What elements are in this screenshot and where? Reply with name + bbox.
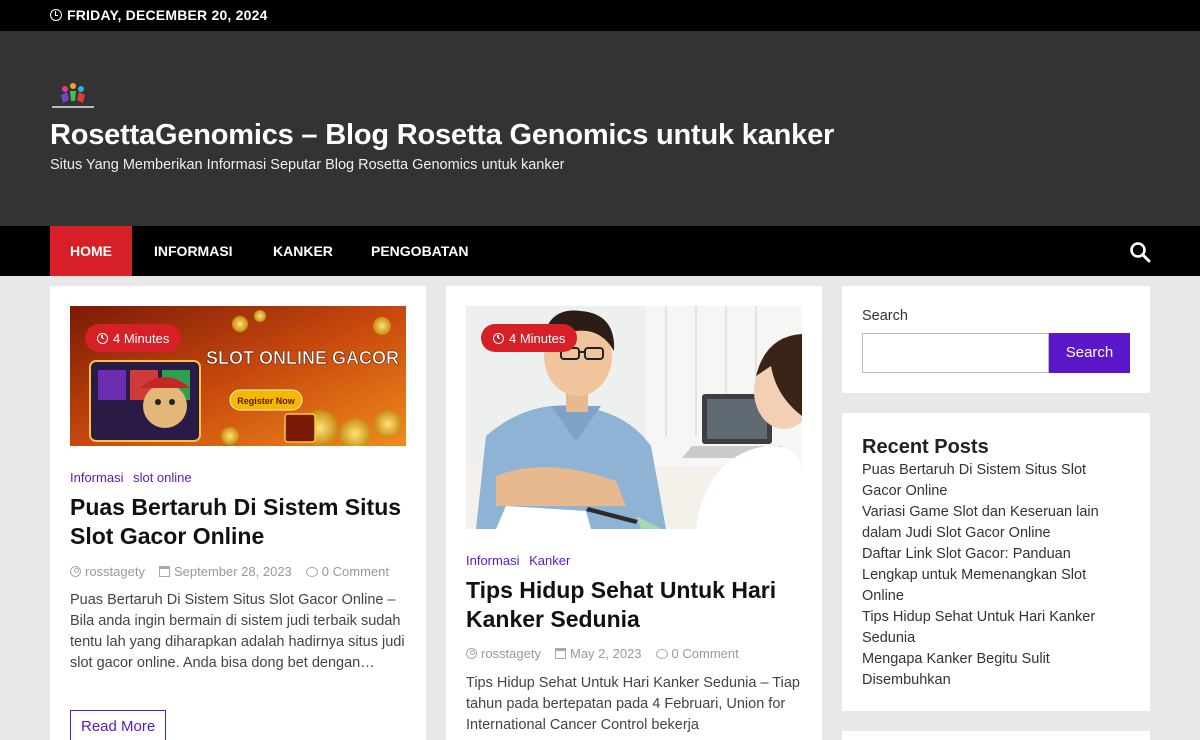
user-icon <box>70 566 81 577</box>
post-thumbnail[interactable]: SLOT ONLINE GACOR Register Now 4 Minutes <box>70 306 406 446</box>
current-date: FRIDAY, DECEMBER 20, 2024 <box>50 7 268 23</box>
comment-icon <box>655 648 668 659</box>
read-more-button[interactable]: Read More <box>70 710 167 740</box>
post-thumbnail[interactable]: 4 Minutes <box>466 306 802 529</box>
clock-icon <box>97 332 108 344</box>
search-label: Search <box>862 308 908 324</box>
recent-post-link[interactable]: Tips Hidup Sehat Untuk Hari Kanker Sedun… <box>862 607 1124 649</box>
search-widget: Search Search <box>842 286 1150 393</box>
nav-item-kanker[interactable]: KANKER <box>253 226 353 276</box>
post-date[interactable]: May 2, 2023 <box>554 646 642 661</box>
nav-item-home[interactable]: HOME <box>50 226 132 276</box>
calendar-icon <box>554 648 566 659</box>
search-button[interactable]: Search <box>1049 333 1130 373</box>
post-title[interactable]: Tips Hidup Sehat Untuk Hari Kanker Sedun… <box>466 576 806 634</box>
nav-item-pengobatan[interactable]: PENGOBATAN <box>351 226 488 276</box>
read-time-badge: 4 Minutes <box>481 324 578 352</box>
read-time-text: 4 Minutes <box>113 330 170 346</box>
category-link[interactable]: Informasi <box>466 553 519 568</box>
recent-posts-list: Puas Bertaruh Di Sistem Situs Slot Gacor… <box>862 460 1124 691</box>
post-card: SLOT ONLINE GACOR Register Now 4 Minutes… <box>50 286 426 740</box>
site-title[interactable]: RosettaGenomics – Blog Rosetta Genomics … <box>50 119 834 152</box>
top-bar: FRIDAY, DECEMBER 20, 2024 <box>0 0 1200 31</box>
search-input[interactable] <box>862 333 1049 373</box>
date-text: FRIDAY, DECEMBER 20, 2024 <box>67 7 268 23</box>
recent-post-link[interactable]: Puas Bertaruh Di Sistem Situs Slot Gacor… <box>862 460 1124 502</box>
read-time-text: 4 Minutes <box>509 330 566 346</box>
read-time-badge: 4 Minutes <box>85 324 182 352</box>
recent-post-link[interactable]: Daftar Link Slot Gacor: Panduan Lengkap … <box>862 544 1124 607</box>
recent-post-link[interactable]: Variasi Game Slot dan Keseruan lain dala… <box>862 502 1124 544</box>
banner-text: SLOT ONLINE GACOR <box>206 348 399 368</box>
recent-posts-widget: Recent Posts Puas Bertaruh Di Sistem Sit… <box>842 413 1150 711</box>
category-link[interactable]: slot online <box>133 470 192 485</box>
post-title[interactable]: Puas Bertaruh Di Sistem Situs Slot Gacor… <box>70 493 410 551</box>
calendar-icon <box>158 566 170 577</box>
user-icon <box>466 648 477 659</box>
post-categories: Informasi slot online <box>70 470 198 485</box>
site-header: RosettaGenomics – Blog Rosetta Genomics … <box>0 31 1200 226</box>
post-comments[interactable]: 0 Comment <box>655 646 739 661</box>
recent-posts-title: Recent Posts <box>862 436 989 458</box>
post-categories: Informasi Kanker <box>466 553 576 568</box>
recent-post-link[interactable]: Mengapa Kanker Begitu Sulit Disembuhkan <box>862 649 1124 691</box>
clock-icon <box>50 9 62 21</box>
comment-icon <box>305 566 318 577</box>
site-tagline: Situs Yang Memberikan Informasi Seputar … <box>50 157 565 173</box>
post-author[interactable]: rosstagety <box>70 564 145 579</box>
search-icon[interactable] <box>1129 241 1151 263</box>
next-widget <box>842 731 1150 740</box>
post-excerpt: Puas Bertaruh Di Sistem Situs Slot Gacor… <box>70 592 405 671</box>
post-comments[interactable]: 0 Comment <box>305 564 389 579</box>
category-link[interactable]: Kanker <box>529 553 570 568</box>
clock-icon <box>493 332 504 344</box>
post-author[interactable]: rosstagety <box>466 646 541 661</box>
post-excerpt: Tips Hidup Sehat Untuk Hari Kanker Sedun… <box>466 675 800 733</box>
category-link[interactable]: Informasi <box>70 470 123 485</box>
post-meta: rosstagety May 2, 2023 0 Comment <box>466 646 753 661</box>
nav-item-informasi[interactable]: INFORMASI <box>134 226 253 276</box>
post-card: 4 Minutes Informasi Kanker Tips Hidup Se… <box>446 286 822 740</box>
banner-button-text: Register Now <box>237 396 296 406</box>
main-nav: HOME INFORMASI KANKER PENGOBATAN <box>0 226 1200 276</box>
site-logo[interactable] <box>50 81 96 111</box>
post-meta: rosstagety September 28, 2023 0 Comment <box>70 564 403 579</box>
post-date[interactable]: September 28, 2023 <box>158 564 292 579</box>
